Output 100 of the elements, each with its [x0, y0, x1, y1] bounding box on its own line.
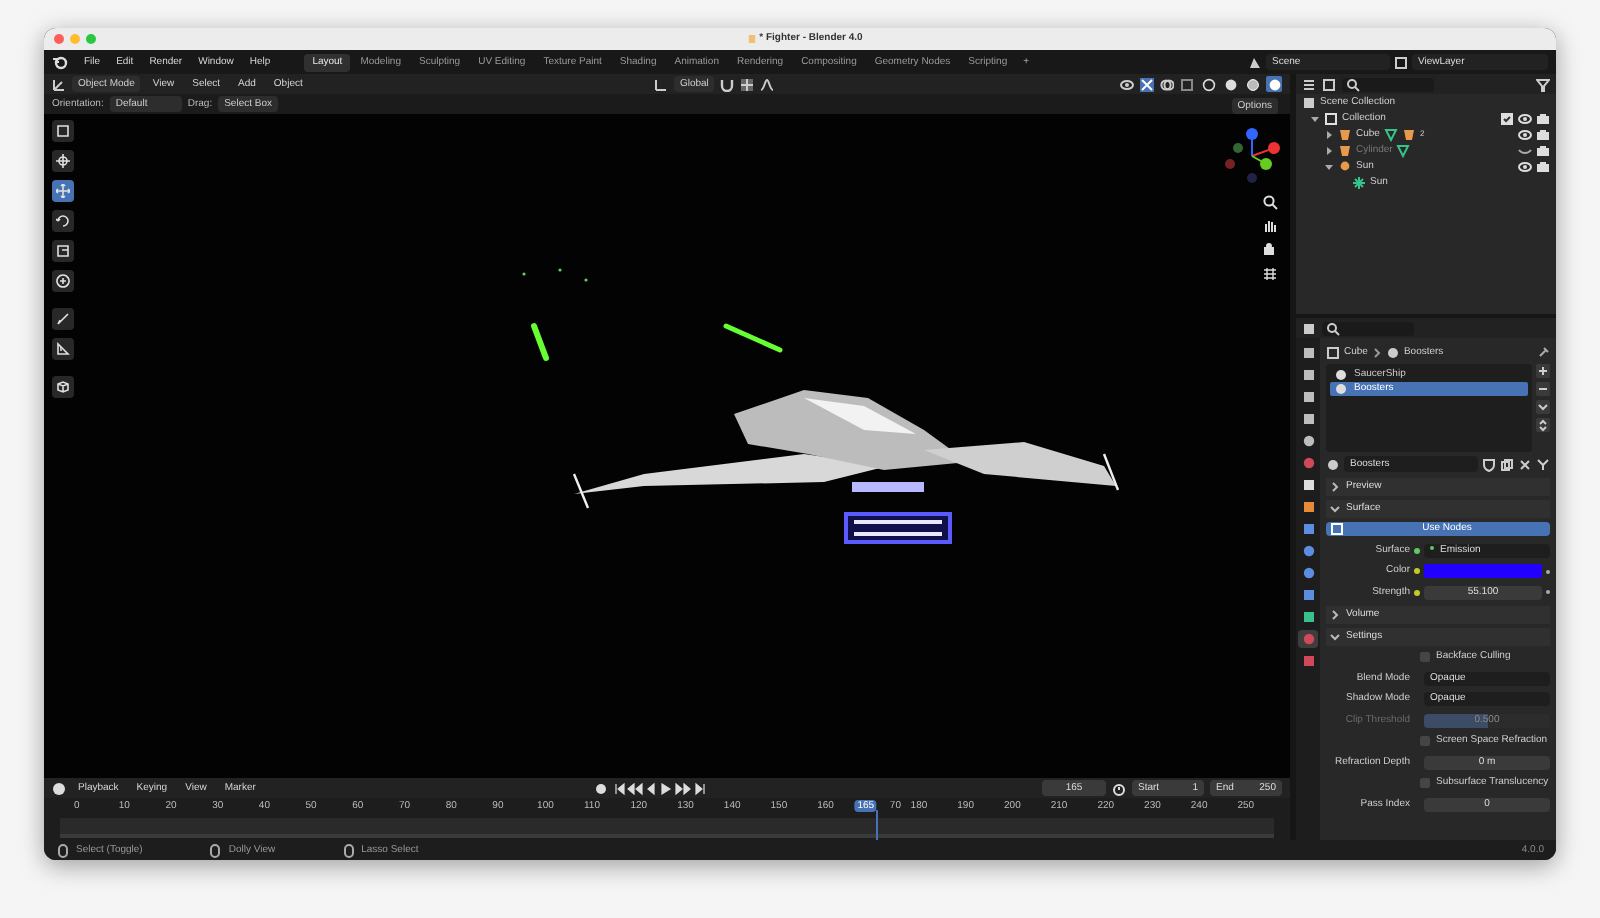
- properties-tab[interactable]: [1298, 476, 1318, 494]
- circle-icon: [1301, 456, 1315, 470]
- overlay-icon[interactable]: [1160, 77, 1175, 91]
- remove-icon[interactable]: [1536, 382, 1550, 396]
- square-icon: [1301, 346, 1315, 360]
- circle-icon: [1301, 632, 1315, 646]
- shading-button[interactable]: [1266, 76, 1283, 92]
- shading-button[interactable]: [1200, 76, 1217, 92]
- square-icon: [1301, 368, 1315, 382]
- camera-icon[interactable]: [1536, 159, 1550, 173]
- orientation-icon[interactable]: [653, 77, 668, 91]
- expand-arrow-icon[interactable]: [1310, 113, 1320, 123]
- properties-tab[interactable]: [1298, 410, 1318, 428]
- camera-icon[interactable]: [1536, 127, 1550, 141]
- properties-tab[interactable]: [1298, 586, 1318, 604]
- copy-icon[interactable]: [1500, 457, 1514, 471]
- color-swatch[interactable]: [1424, 564, 1542, 579]
- axes-icon[interactable]: [52, 77, 66, 91]
- move-arrows-icon[interactable]: [1536, 418, 1550, 432]
- filter-icon[interactable]: [1536, 77, 1550, 91]
- tool-button[interactable]: [52, 308, 74, 330]
- layers-icon[interactable]: [1394, 55, 1408, 69]
- exclude-checkbox[interactable]: [1500, 111, 1514, 125]
- list-icon[interactable]: [1302, 77, 1316, 91]
- tool-button[interactable]: [52, 180, 74, 202]
- select-icon: [56, 124, 70, 138]
- search-icon: [1326, 321, 1340, 335]
- cube-icon: [56, 380, 70, 394]
- pencil-icon: [56, 312, 70, 326]
- mouse-icon: [56, 843, 70, 857]
- curve-icon[interactable]: [760, 77, 775, 91]
- expand-arrow-icon[interactable]: [1324, 161, 1334, 171]
- close-button[interactable]: [54, 34, 64, 44]
- camera-icon[interactable]: [1536, 143, 1550, 157]
- properties-tab[interactable]: [1298, 432, 1318, 450]
- square-icon: [1301, 478, 1315, 492]
- filter-display-icon[interactable]: [1322, 77, 1336, 91]
- shield-icon[interactable]: [1482, 457, 1496, 471]
- camera-icon[interactable]: [1262, 242, 1278, 258]
- checkbox[interactable]: [1420, 652, 1430, 663]
- magnet-icon[interactable]: [720, 77, 735, 91]
- xray-icon[interactable]: [1180, 77, 1195, 91]
- socket-dot-icon[interactable]: [1414, 589, 1420, 596]
- eye-icon[interactable]: [1518, 111, 1532, 125]
- properties-tab[interactable]: [1298, 608, 1318, 626]
- search-field[interactable]: [1322, 321, 1414, 335]
- pin-icon[interactable]: [1536, 345, 1550, 359]
- playhead-line[interactable]: [876, 810, 879, 840]
- scene-icon[interactable]: [1248, 55, 1262, 69]
- properties-tab[interactable]: [1298, 498, 1318, 516]
- circle-icon: [1301, 566, 1315, 580]
- gizmo-icon[interactable]: [1140, 77, 1155, 91]
- editor-type-icon[interactable]: [1302, 321, 1316, 335]
- properties-tab[interactable]: [1298, 388, 1318, 406]
- bulb-icon: [1338, 159, 1352, 173]
- tool-button[interactable]: [52, 120, 74, 142]
- node-tree-icon[interactable]: [1536, 457, 1550, 471]
- tool-button[interactable]: [52, 150, 74, 172]
- transform-icon: [56, 274, 70, 288]
- properties-tab[interactable]: [1298, 366, 1318, 384]
- shading-button[interactable]: [1222, 76, 1239, 92]
- material-icon: [1401, 127, 1416, 141]
- properties-tab[interactable]: [1298, 520, 1318, 538]
- eye-icon[interactable]: [1518, 127, 1532, 141]
- sphere-icon[interactable]: [1326, 457, 1340, 471]
- tool-button[interactable]: [52, 240, 74, 262]
- logo-icon[interactable]: [52, 54, 68, 70]
- zoom-icon[interactable]: [1262, 194, 1278, 210]
- checkbox[interactable]: [1420, 736, 1430, 747]
- add-icon[interactable]: [1536, 364, 1550, 378]
- socket-dot-icon[interactable]: [1414, 568, 1420, 575]
- close-icon[interactable]: [1518, 457, 1532, 471]
- camera-icon[interactable]: [1536, 111, 1550, 125]
- hand-icon[interactable]: [1262, 218, 1278, 234]
- tool-button[interactable]: [52, 210, 74, 232]
- cursor-icon: [56, 154, 70, 168]
- laser-bolt: [531, 323, 549, 361]
- properties-tab[interactable]: [1298, 564, 1318, 582]
- eye-icon[interactable]: [1518, 159, 1532, 173]
- collapse-arrow-icon[interactable]: [1324, 129, 1334, 139]
- caret-icon[interactable]: [1536, 400, 1550, 414]
- eye-icon[interactable]: [1120, 77, 1135, 91]
- stopwatch-icon[interactable]: [1112, 781, 1126, 795]
- properties-tab[interactable]: [1298, 542, 1318, 560]
- checkbox[interactable]: [1420, 778, 1430, 789]
- tool-button[interactable]: [52, 270, 74, 292]
- move-icon: [56, 184, 70, 198]
- tool-button[interactable]: [52, 376, 74, 398]
- search-field[interactable]: [1342, 77, 1434, 91]
- collapse-arrow-icon[interactable]: [1324, 145, 1334, 155]
- tool-button[interactable]: [52, 338, 74, 360]
- socket-dot-icon[interactable]: [1414, 547, 1420, 554]
- grid-icon[interactable]: [740, 77, 755, 91]
- playback-controls-icon[interactable]: [613, 781, 710, 795]
- record-button[interactable]: [593, 781, 608, 795]
- properties-tab[interactable]: [1298, 344, 1318, 362]
- grid-icon[interactable]: [1262, 266, 1278, 282]
- axis-gizmo-icon[interactable]: [1222, 126, 1282, 186]
- node-icon: [1330, 522, 1344, 537]
- clock-icon[interactable]: [52, 781, 66, 795]
